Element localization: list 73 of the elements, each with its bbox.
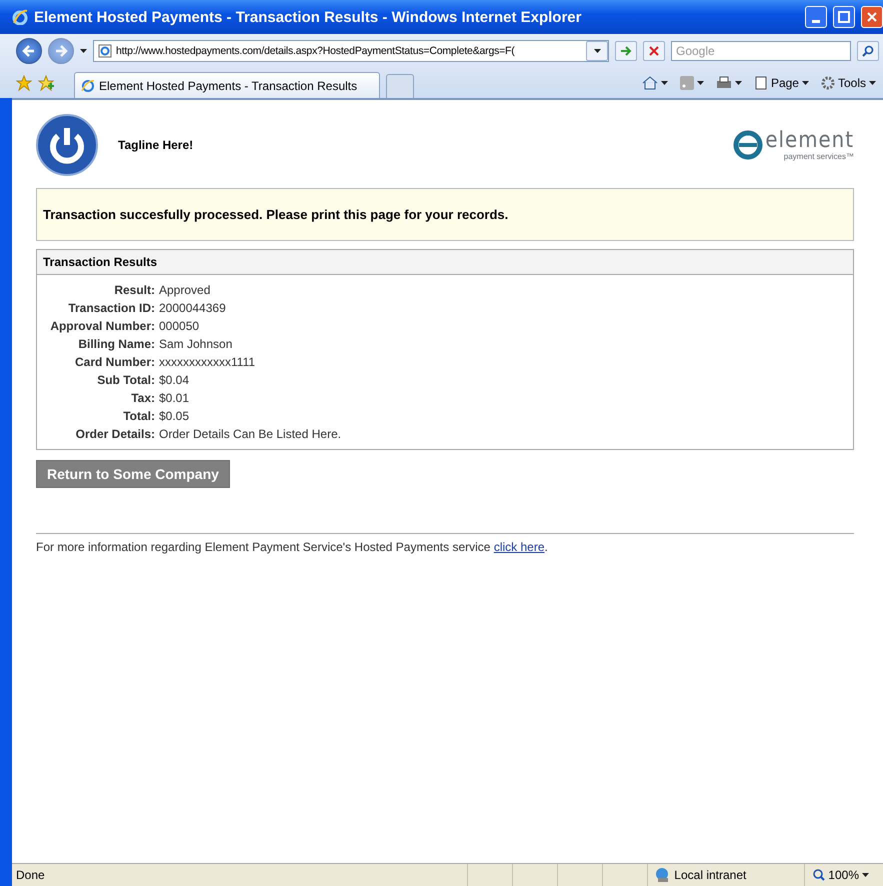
maximize-icon — [838, 11, 850, 23]
field-label: Order Details: — [74, 427, 155, 441]
forward-button[interactable] — [48, 38, 74, 64]
field-label: Sub Total: — [96, 373, 155, 387]
caret-icon — [734, 81, 742, 85]
caret-icon — [696, 81, 704, 85]
zone-text: Local intranet — [674, 868, 746, 882]
home-icon — [642, 76, 658, 90]
browser-icon — [12, 9, 28, 25]
search-button[interactable] — [857, 41, 879, 61]
logo-name: element — [765, 130, 854, 152]
back-button[interactable] — [16, 38, 42, 64]
caret-icon — [80, 49, 87, 53]
panel-title: Transaction Results — [37, 250, 853, 275]
maximize-button[interactable] — [833, 6, 855, 28]
tagline: Tagline Here! — [118, 138, 194, 152]
return-button[interactable]: Return to Some Company — [36, 460, 230, 488]
page-icon — [754, 76, 768, 90]
close-button[interactable] — [861, 6, 883, 28]
browser-icon — [81, 78, 95, 92]
field-label: Billing Name: — [77, 337, 155, 351]
field-value: xxxxxxxxxxxx1111 — [159, 355, 256, 369]
browser-tab[interactable]: Element Hosted Payments - Transaction Results — [74, 72, 380, 98]
close-icon — [649, 46, 659, 56]
address-field[interactable]: http://www.hostedpayments.com/details.aspx?HostedPaymentStatus=Complete&args=F( — [93, 40, 609, 62]
field-value: Approved — [159, 283, 212, 297]
gear-icon — [820, 76, 835, 90]
footer-text: For more information regarding Element Payment Service's Hosted Payments service click here. — [36, 533, 854, 554]
status-text: Done — [15, 868, 46, 882]
field-value: $0.05 — [159, 409, 190, 423]
zoom-button[interactable]: 100% — [804, 864, 883, 886]
caret-icon — [802, 81, 809, 85]
stop-button[interactable] — [643, 41, 665, 61]
field-label: Approval Number: — [49, 319, 155, 333]
caret-icon — [862, 873, 869, 877]
dropdown-button[interactable] — [586, 41, 608, 61]
field-value: 2000044369 — [159, 301, 227, 315]
field-value: $0.01 — [159, 391, 190, 405]
more-info-link[interactable]: click here — [494, 540, 544, 554]
forward-arrow-icon — [54, 44, 68, 58]
caret-icon — [594, 49, 600, 53]
network-icon — [654, 867, 670, 883]
arrow-icon — [620, 45, 632, 57]
logo-subtitle: payment services™ — [784, 152, 854, 160]
caret-icon — [660, 81, 668, 85]
field-label: Transaction ID: — [67, 301, 155, 315]
menu-button[interactable]: Page — [750, 76, 812, 90]
zoom-icon — [813, 869, 826, 881]
go-button[interactable] — [615, 41, 637, 61]
back-arrow-icon — [22, 44, 36, 58]
add-star-icon[interactable] — [38, 75, 54, 91]
menu-button[interactable]: Tools — [818, 76, 879, 90]
field-value: 000050 — [159, 319, 200, 333]
page-icon — [98, 44, 112, 58]
caret-icon — [869, 81, 876, 85]
field-label: Tax: — [130, 391, 155, 405]
success-message: Transaction succesfully processed. Please print this page for your records. — [36, 188, 854, 241]
minimize-icon — [812, 20, 820, 22]
window-title: Element Hosted Payments - Transaction Results - Windows Internet Explorer — [34, 8, 582, 26]
search-icon — [862, 45, 874, 57]
field-value: Sam Johnson — [159, 337, 234, 351]
field-value: Order Details Can Be Listed Here. — [159, 427, 342, 441]
field-label: Total: — [122, 409, 155, 423]
minimize-button[interactable] — [805, 6, 827, 28]
field-value: $0.04 — [159, 373, 190, 387]
printer-icon — [716, 76, 732, 90]
power-logo-icon — [36, 114, 98, 176]
star-icon[interactable] — [16, 75, 32, 91]
field-label: Card Number: — [74, 355, 155, 369]
close-icon — [866, 11, 878, 23]
logo-icon — [733, 130, 764, 160]
search-field[interactable]: Google — [671, 41, 851, 61]
field-label: Result: — [113, 283, 155, 297]
